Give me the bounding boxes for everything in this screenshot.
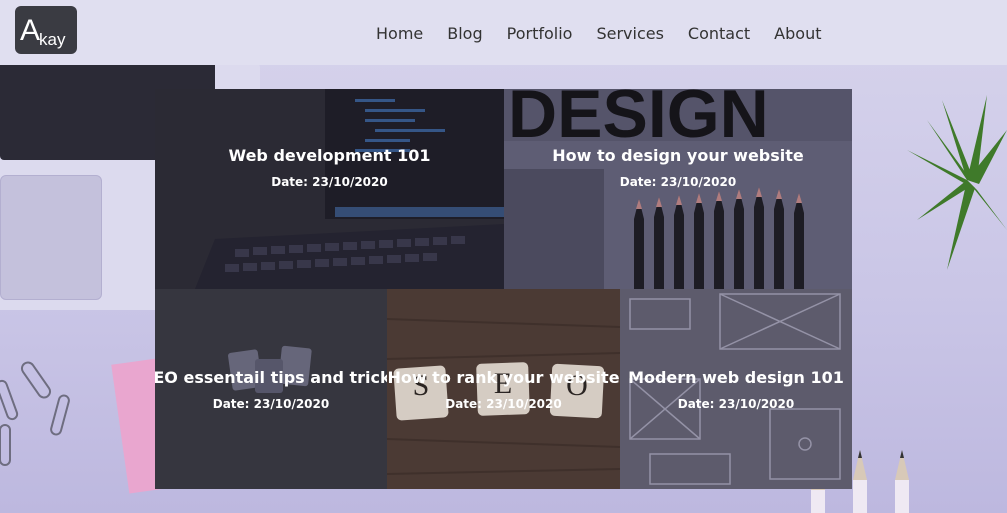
post-date: Date: 23/10/2020 [271,174,388,189]
logo-letter: A [20,14,41,47]
blog-post-grid: Web development 101 Date: 23/10/2020 DES… [155,89,852,489]
post-date: Date: 23/10/2020 [212,396,330,411]
post-title[interactable]: Web development 101 [229,146,431,165]
paperclips-decoration [0,361,70,466]
post-card-design-website[interactable]: DESIGN How to design your website Date: … [504,89,852,289]
laptop-code-image [155,89,504,289]
design-pencils-image: DESIGN [504,89,852,289]
post-title[interactable]: SEO essentail tips and tricks [155,368,387,387]
post-date: Date: 23/10/2020 [677,396,795,411]
post-card-rank-website[interactable]: S E O How to rank your website Date: 23/… [387,289,620,489]
nav-services-link[interactable]: Services [584,24,675,43]
nav-about-link[interactable]: About [762,24,833,43]
post-card-caption: How to rank your website Date: 23/10/202… [387,368,619,411]
main-nav: Home Blog Portfolio Services Contact Abo… [364,24,833,43]
post-title[interactable]: How to design your website [552,146,804,165]
post-card-caption: How to design your website Date: 23/10/2… [552,146,804,189]
post-card-web-development[interactable]: Web development 101 Date: 23/10/2020 [155,89,504,289]
post-card-caption: SEO essentail tips and tricks Date: 23/1… [155,368,387,411]
post-card-caption: Modern web design 101 Date: 23/10/2020 [628,368,844,411]
logo-text: kay [39,30,66,49]
nav-blog-link[interactable]: Blog [435,24,494,43]
post-title[interactable]: Modern web design 101 [628,368,844,387]
post-title[interactable]: How to rank your website [387,368,619,387]
plant-decoration [907,95,1007,270]
post-card-caption: Web development 101 Date: 23/10/2020 [229,146,431,189]
design-word-image: DESIGN [508,89,769,152]
post-card-modern-design[interactable]: Modern web design 101 Date: 23/10/2020 [620,289,852,489]
site-header: A kay Home Blog Portfolio Services Conta… [0,0,1007,65]
nav-portfolio-link[interactable]: Portfolio [495,24,585,43]
nav-home-link[interactable]: Home [364,24,435,43]
post-date: Date: 23/10/2020 [445,396,562,411]
nav-contact-link[interactable]: Contact [676,24,762,43]
site-logo[interactable]: A kay [15,6,77,54]
post-date: Date: 23/10/2020 [619,174,737,189]
background-trackpad [0,175,102,300]
post-card-seo-tips[interactable]: SEO essentail tips and tricks Date: 23/1… [155,289,387,489]
